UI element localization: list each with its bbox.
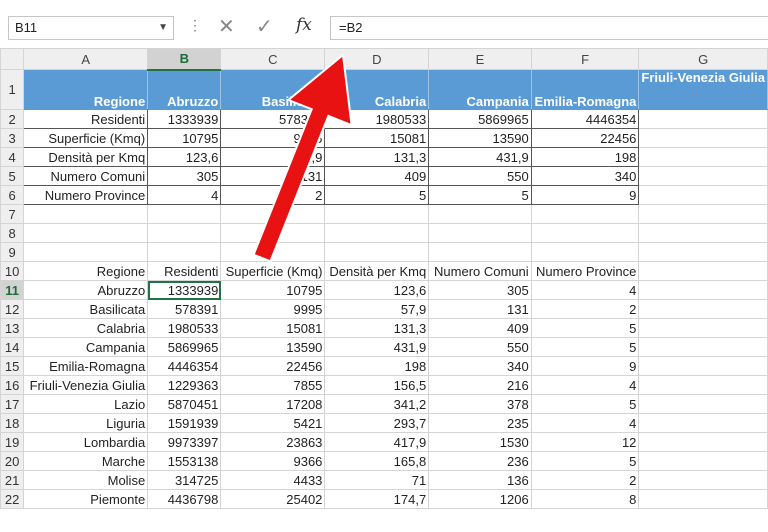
red-arrow-icon <box>252 53 353 263</box>
